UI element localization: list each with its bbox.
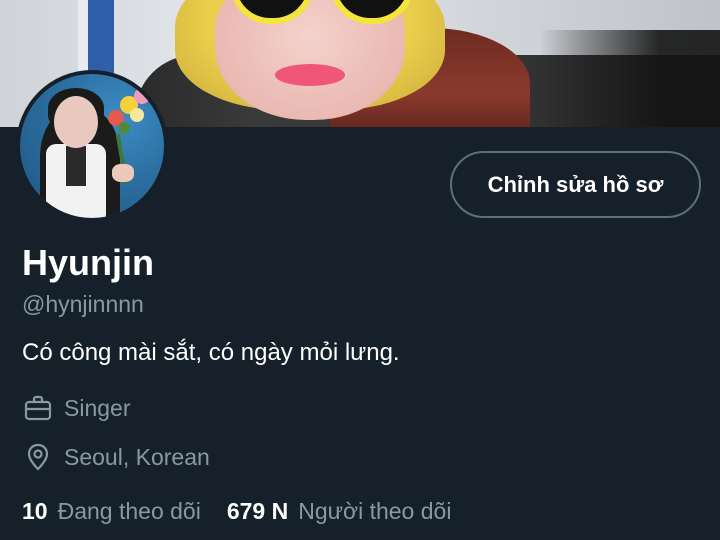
user-handle: @hynjinnnn (22, 291, 144, 317)
banner-shade (540, 30, 720, 127)
avatar[interactable] (16, 70, 168, 222)
profile-job: Singer (22, 392, 130, 424)
profile-stats: 10 Đang theo dõi 679 N Người theo dõi (22, 495, 451, 527)
profile-location: Seoul, Korean (22, 441, 210, 473)
location-pin-icon (22, 441, 54, 473)
avatar-photo (20, 74, 164, 218)
following-count: 10 (22, 498, 48, 524)
followers-link[interactable]: 679 N Người theo dõi (227, 495, 452, 527)
profile-bio: Có công mài sắt, có ngày mỏi lưng. (22, 339, 400, 366)
edit-profile-button[interactable]: Chỉnh sửa hồ sơ (450, 151, 701, 218)
followers-label: Người theo dõi (298, 498, 452, 524)
profile-location-text: Seoul, Korean (64, 444, 210, 470)
banner-sunglasses (230, 0, 414, 24)
banner-lips (275, 64, 345, 86)
followers-count: 679 N (226, 498, 289, 524)
display-name: Hyunjin (22, 242, 154, 283)
profile-job-text: Singer (64, 395, 131, 421)
following-link[interactable]: 10 Đang theo dõi (22, 495, 201, 527)
following-label: Đang theo dõi (57, 498, 201, 524)
briefcase-icon (22, 392, 54, 424)
